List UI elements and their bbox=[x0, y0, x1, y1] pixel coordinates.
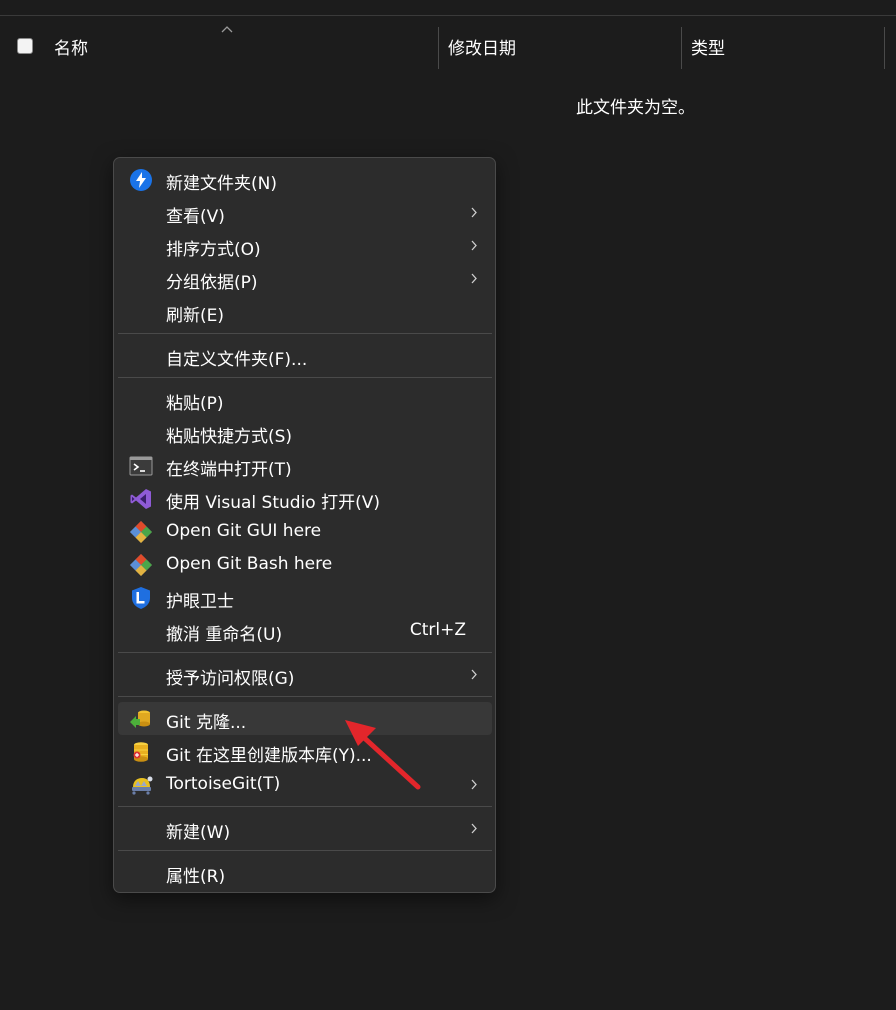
menu-item-label: Open Git GUI here bbox=[166, 521, 322, 541]
context-menu: 新建文件夹(N) 查看(V) 排序方式(O) 分组依据(P) 刷新(E) 自定义… bbox=[113, 157, 496, 893]
menu-item-undo-rename[interactable]: 撤消 重命名(U) Ctrl+Z bbox=[118, 614, 492, 647]
annotation-arrow bbox=[345, 720, 421, 790]
menu-separator bbox=[118, 652, 492, 653]
git-icon bbox=[130, 521, 152, 543]
menu-item-label: 撤消 重命名(U) bbox=[166, 625, 283, 645]
menu-item-grant-access[interactable]: 授予访问权限(G) bbox=[118, 658, 492, 691]
menu-item-label: 粘贴快捷方式(S) bbox=[166, 427, 293, 447]
menu-item-git-create-repo[interactable]: Git 在这里创建版本库(Y)... bbox=[118, 735, 492, 768]
menu-item-new-folder[interactable]: 新建文件夹(N) bbox=[118, 163, 492, 196]
column-resize-handle[interactable] bbox=[681, 27, 682, 69]
menu-item-label: 分组依据(P) bbox=[166, 273, 258, 293]
sort-ascending-icon bbox=[221, 26, 233, 33]
menu-item-eye-guard[interactable]: 护眼卫士 bbox=[118, 581, 492, 614]
menu-item-new[interactable]: 新建(W) bbox=[118, 812, 492, 845]
menu-item-tortoisegit[interactable]: TortoiseGit(T) bbox=[118, 768, 492, 801]
menu-item-label: 自定义文件夹(F)... bbox=[166, 350, 308, 370]
terminal-icon bbox=[129, 456, 153, 476]
menu-item-label: TortoiseGit(T) bbox=[166, 774, 281, 794]
column-header-type[interactable]: 类型 bbox=[691, 34, 725, 59]
menu-item-sort-by[interactable]: 排序方式(O) bbox=[118, 229, 492, 262]
menu-separator bbox=[118, 377, 492, 378]
tortoisegit-clone-icon bbox=[130, 710, 150, 728]
chevron-right-icon bbox=[471, 669, 477, 680]
menu-item-label: 授予访问权限(G) bbox=[166, 669, 295, 689]
menu-separator bbox=[118, 696, 492, 697]
column-header-row: 名称 修改日期 类型 bbox=[0, 16, 896, 76]
chevron-right-icon bbox=[471, 779, 477, 790]
menu-item-open-in-terminal[interactable]: 在终端中打开(T) bbox=[118, 449, 492, 482]
chevron-right-icon bbox=[471, 273, 477, 284]
menu-item-view[interactable]: 查看(V) bbox=[118, 196, 492, 229]
menu-separator bbox=[118, 806, 492, 807]
menu-item-label: Open Git Bash here bbox=[166, 554, 333, 574]
menu-item-label: 刷新(E) bbox=[166, 306, 225, 326]
menu-item-label: 在终端中打开(T) bbox=[166, 460, 292, 480]
column-resize-handle[interactable] bbox=[884, 27, 885, 69]
empty-folder-message: 此文件夹为空。 bbox=[576, 98, 695, 118]
menu-item-open-git-gui[interactable]: Open Git GUI here bbox=[118, 515, 492, 548]
column-header-name[interactable]: 名称 bbox=[54, 34, 88, 59]
tortoisegit-icon bbox=[132, 776, 153, 795]
menu-item-label: 新建(W) bbox=[166, 823, 231, 843]
menu-item-open-git-bash[interactable]: Open Git Bash here bbox=[118, 548, 492, 581]
menu-item-customize-folder[interactable]: 自定义文件夹(F)... bbox=[118, 339, 492, 372]
tortoisegit-repo-icon bbox=[133, 742, 148, 762]
menu-item-label: 查看(V) bbox=[166, 207, 225, 227]
column-header-date-modified[interactable]: 修改日期 bbox=[448, 34, 516, 59]
visual-studio-icon bbox=[130, 489, 151, 509]
menu-separator bbox=[118, 333, 492, 334]
menu-item-label: 粘贴(P) bbox=[166, 394, 224, 414]
chevron-right-icon bbox=[471, 240, 477, 251]
git-icon bbox=[130, 554, 152, 576]
menu-item-label: 排序方式(O) bbox=[166, 240, 261, 260]
column-resize-handle[interactable] bbox=[438, 27, 439, 69]
menu-item-label: Git 克隆... bbox=[166, 713, 247, 733]
select-all-checkbox[interactable] bbox=[17, 38, 33, 54]
menu-item-label: 新建文件夹(N) bbox=[166, 174, 277, 194]
chevron-right-icon bbox=[471, 207, 477, 218]
menu-item-label: 护眼卫士 bbox=[166, 592, 234, 612]
menu-item-properties[interactable]: 属性(R) bbox=[118, 856, 492, 889]
menu-item-label: 属性(R) bbox=[166, 867, 226, 887]
menu-separator bbox=[118, 850, 492, 851]
menu-item-group-by[interactable]: 分组依据(P) bbox=[118, 262, 492, 295]
folder-bolt-icon bbox=[130, 169, 152, 191]
menu-item-refresh[interactable]: 刷新(E) bbox=[118, 295, 492, 328]
keyboard-shortcut: Ctrl+Z bbox=[409, 620, 466, 640]
eye-guard-icon bbox=[132, 587, 150, 609]
chevron-right-icon bbox=[471, 823, 477, 834]
menu-item-git-clone[interactable]: Git 克隆... bbox=[118, 702, 492, 735]
menu-item-open-with-visual-studio[interactable]: 使用 Visual Studio 打开(V) bbox=[118, 482, 492, 515]
menu-item-paste-shortcut[interactable]: 粘贴快捷方式(S) bbox=[118, 416, 492, 449]
menu-item-label: 使用 Visual Studio 打开(V) bbox=[166, 493, 381, 513]
menu-item-paste[interactable]: 粘贴(P) bbox=[118, 383, 492, 416]
